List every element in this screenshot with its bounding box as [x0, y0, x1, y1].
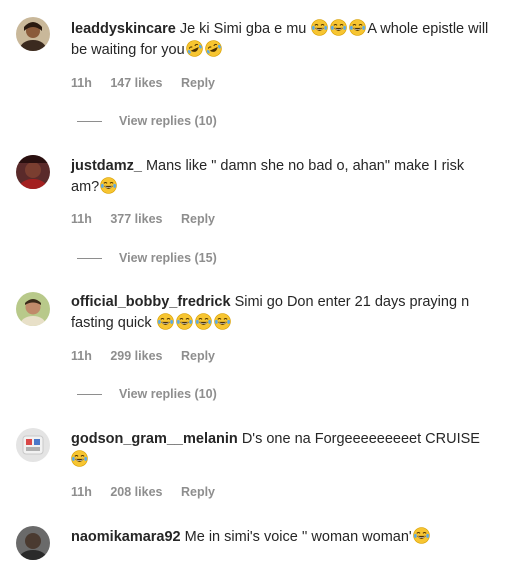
view-replies-label: View replies (10) [119, 114, 217, 128]
divider-line [77, 393, 102, 395]
comment-body: naomikamara92 Me in simi's voice '' woma… [71, 527, 491, 548]
comment-likes[interactable]: 299 likes [110, 349, 162, 363]
comment-body: leaddyskincare Je ki Simi gba e mu A who… [71, 19, 491, 61]
comment-likes[interactable]: 377 likes [110, 212, 162, 226]
comment-username[interactable]: godson_gram__melanin [71, 431, 238, 447]
comment-time[interactable]: 11h [71, 76, 92, 90]
avatar[interactable] [16, 526, 50, 560]
comment-time[interactable]: 11h [71, 349, 92, 363]
avatar[interactable] [16, 155, 50, 189]
comment-meta: 11h 299 likes Reply [71, 349, 230, 363]
comment-body: justdamz_ Mans like " damn she no bad o,… [71, 156, 491, 198]
joy-emoji [100, 177, 118, 194]
joy-emoji [330, 19, 348, 36]
comment-username[interactable]: naomikamara92 [71, 529, 181, 545]
comment-text: D's one na Forgeeeeeeeeet CRUISE [241, 431, 480, 447]
view-replies-label: View replies (15) [119, 251, 217, 265]
comment-text: Me in simi's voice '' woman woman' [184, 529, 412, 545]
joy-emoji [213, 313, 231, 330]
comment-meta: 11h 377 likes Reply [71, 212, 230, 226]
comment-meta: 11h 147 likes Reply [71, 76, 230, 90]
comment-body: official_bobby_fredrick Simi go Don ente… [71, 292, 491, 334]
comment-meta: 11h 208 likes Reply [71, 485, 230, 499]
reply-button[interactable]: Reply [181, 76, 215, 90]
divider-line [77, 120, 102, 122]
avatar[interactable] [16, 428, 50, 462]
rofl-emoji [204, 40, 222, 57]
comment-username[interactable]: leaddyskincare [71, 21, 176, 37]
avatar[interactable] [16, 292, 50, 326]
avatar[interactable] [16, 17, 50, 51]
comment-likes[interactable]: 147 likes [110, 76, 162, 90]
comment-text: Je ki Simi gba e mu [179, 21, 311, 37]
comment-username[interactable]: official_bobby_fredrick [71, 294, 231, 310]
reply-button[interactable]: Reply [181, 349, 215, 363]
comment-time[interactable]: 11h [71, 212, 92, 226]
joy-emoji [175, 313, 193, 330]
view-replies-button[interactable]: View replies (10) [77, 387, 217, 401]
reply-button[interactable]: Reply [181, 212, 215, 226]
rofl-emoji [185, 40, 203, 57]
joy-emoji [349, 19, 367, 36]
joy-emoji [194, 313, 212, 330]
comment-body: godson_gram__melanin D's one na Forgeeee… [71, 429, 491, 471]
joy-emoji [412, 527, 430, 544]
joy-emoji [311, 19, 329, 36]
comment-likes[interactable]: 208 likes [110, 485, 162, 499]
joy-emoji [71, 450, 88, 467]
divider-line [77, 257, 102, 259]
view-replies-button[interactable]: View replies (10) [77, 114, 217, 128]
view-replies-button[interactable]: View replies (15) [77, 251, 217, 265]
view-replies-label: View replies (10) [119, 387, 217, 401]
comment-time[interactable]: 11h [71, 485, 92, 499]
joy-emoji [156, 313, 174, 330]
comment-username[interactable]: justdamz_ [71, 158, 142, 174]
reply-button[interactable]: Reply [181, 485, 215, 499]
